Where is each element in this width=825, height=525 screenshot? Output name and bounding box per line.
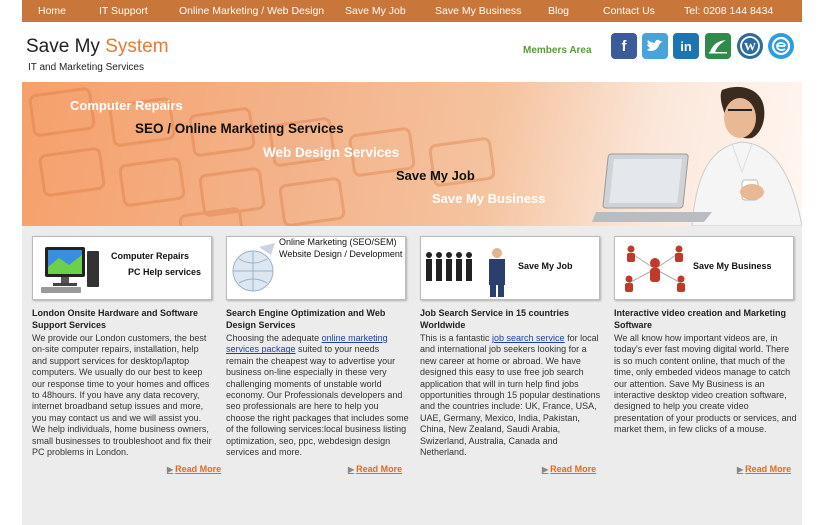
read-more-link[interactable]: ▶ Read More	[542, 464, 596, 474]
column-text-body: We all know how important videos are, in…	[614, 333, 797, 435]
nav-contact-us[interactable]: Contact Us	[603, 5, 655, 17]
nav-blog[interactable]: Blog	[548, 5, 569, 17]
woman-with-laptop-image	[592, 86, 802, 226]
read-more-link[interactable]: ▶ Read More	[348, 464, 402, 474]
hero-banner: Computer Repairs SEO / Online Marketing …	[22, 82, 802, 226]
nav-save-my-business[interactable]: Save My Business	[435, 5, 521, 17]
linkedin-icon[interactable]: in	[673, 33, 699, 59]
nav-online-marketing[interactable]: Online Marketing / Web Design	[179, 5, 324, 17]
nav-telephone: Tel: 0208 144 8434	[684, 5, 774, 17]
column-title: Search Engine Optimization and Web Desig…	[226, 308, 386, 330]
read-more-label: Read More	[356, 464, 403, 474]
globe-icon	[232, 243, 275, 292]
read-more-label: Read More	[550, 464, 597, 474]
read-more-link[interactable]: ▶ Read More	[737, 464, 791, 474]
site-tagline: IT and Marketing Services	[28, 62, 144, 73]
twitter-icon[interactable]	[642, 33, 668, 59]
column-text: We all know how important videos are, in…	[614, 333, 797, 436]
facebook-icon[interactable]: f	[611, 33, 637, 59]
card-label-line-1: Save My Job	[518, 261, 573, 271]
nav-home[interactable]: Home	[38, 5, 66, 17]
logo-title-prefix: Save My	[26, 36, 106, 57]
column-title: Interactive video creation and Marketing…	[614, 308, 787, 330]
column-text: This is a fantastic job search service f…	[420, 333, 603, 458]
banner-seo-marketing: SEO / Online Marketing Services	[135, 121, 344, 136]
column-text-after: for local and international job seekers …	[420, 333, 601, 458]
banner-save-my-job: Save My Job	[396, 168, 475, 183]
service-card-online-marketing[interactable]: Online Marketing (SEO/SEM) Website Desig…	[226, 236, 406, 300]
content-area: Computer Repairs PC Help services London…	[22, 226, 802, 525]
business-people-icon	[426, 248, 505, 297]
nav-it-support[interactable]: IT Support	[99, 5, 148, 17]
column-text-body: We provide our London customers, the bes…	[32, 333, 212, 458]
computer-icon	[41, 247, 99, 293]
service-card-computer-repairs[interactable]: Computer Repairs PC Help services	[32, 236, 212, 300]
members-area-link[interactable]: Members Area	[523, 45, 592, 56]
banner-web-design: Web Design Services	[263, 145, 400, 160]
read-more-label: Read More	[175, 464, 222, 474]
banner-save-my-business: Save My Business	[432, 191, 546, 206]
arrow-icon: ▶	[167, 465, 174, 474]
column-text-before: Choosing the adequate	[226, 333, 322, 343]
network-people-icon	[625, 245, 685, 292]
card-label-line-1: Online Marketing (SEO/SEM)	[279, 237, 397, 247]
service-card-save-my-business[interactable]: Save My Business	[614, 236, 794, 300]
card-label-line-1: Computer Repairs	[111, 251, 190, 261]
column-title: Job Search Service in 15 countries World…	[420, 308, 570, 330]
top-nav: Home IT Support Online Marketing / Web D…	[22, 0, 802, 22]
site-logo-title[interactable]: Save My System	[26, 36, 169, 58]
arrow-icon: ▶	[542, 465, 549, 474]
card-label-line-2: Website Design / Development	[279, 249, 403, 259]
read-more-label: Read More	[745, 464, 792, 474]
card-label-line-1: Save My Business	[693, 261, 772, 271]
banner-computer-repairs: Computer Repairs	[70, 98, 183, 113]
service-card-save-my-job[interactable]: Save My Job	[420, 236, 600, 300]
svg-text:W: W	[744, 40, 756, 54]
column-text-after: suited to your needs remain the cheapest…	[226, 344, 409, 458]
column-text: Choosing the adequate online marketing s…	[226, 333, 409, 458]
ecademy-icon[interactable]	[768, 33, 794, 59]
card-label-line-2: PC Help services	[128, 267, 202, 277]
read-more-link[interactable]: ▶ Read More	[167, 464, 221, 474]
arrow-icon: ▶	[737, 465, 744, 474]
column-text-before: This is a fantastic	[420, 333, 493, 343]
column-text: We provide our London customers, the bes…	[32, 333, 215, 458]
blog-icon[interactable]	[705, 33, 731, 59]
nav-save-my-job[interactable]: Save My Job	[345, 5, 406, 17]
job-search-service-link[interactable]: job search service	[492, 333, 565, 343]
logo-title-accent: System	[105, 36, 169, 57]
wordpress-icon[interactable]: W	[737, 33, 763, 59]
column-title: London Onsite Hardware and Software Supp…	[32, 308, 199, 330]
arrow-icon: ▶	[348, 465, 355, 474]
